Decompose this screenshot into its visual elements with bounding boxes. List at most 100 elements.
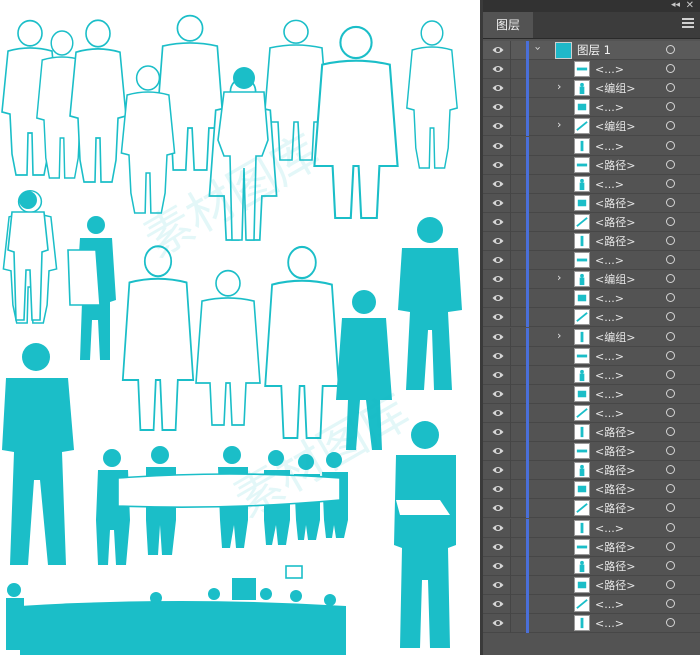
target-circle-icon[interactable]	[666, 618, 675, 627]
visibility-eye-icon[interactable]	[492, 217, 504, 227]
visibility-eye-icon[interactable]	[492, 312, 504, 322]
target-circle-icon[interactable]	[666, 484, 675, 494]
visibility-eye-icon[interactable]	[492, 160, 504, 170]
lock-column[interactable]	[510, 327, 511, 347]
visibility-eye-icon[interactable]	[492, 446, 504, 456]
lock-column[interactable]	[510, 98, 511, 118]
lock-column[interactable]	[510, 518, 511, 538]
lock-column[interactable]	[510, 155, 511, 175]
layer-name[interactable]: <...>	[595, 595, 624, 614]
visibility-eye-icon[interactable]	[492, 542, 504, 552]
panel-title-bar[interactable]: ◂◂ ✕	[483, 0, 700, 12]
layer-name[interactable]: <...>	[595, 308, 624, 327]
layer-row[interactable]: <路径>	[483, 212, 700, 232]
layer-row[interactable]: <...>	[483, 384, 700, 404]
target-circle-icon[interactable]	[666, 579, 675, 589]
layer-row[interactable]: <...>	[483, 174, 700, 194]
lock-column[interactable]	[510, 499, 511, 519]
layer-row[interactable]: <...>	[483, 136, 700, 156]
layer-name[interactable]: <路径>	[595, 480, 635, 499]
lock-column[interactable]	[510, 403, 511, 423]
visibility-eye-icon[interactable]	[492, 83, 504, 93]
layer-row[interactable]: <路径>	[483, 461, 700, 481]
layer-name[interactable]: <...>	[595, 289, 624, 308]
target-circle-icon[interactable]	[666, 427, 675, 436]
target-circle-icon[interactable]	[666, 388, 675, 398]
layer-name[interactable]: <编组>	[595, 270, 635, 289]
visibility-eye-icon[interactable]	[492, 503, 504, 513]
layer-name[interactable]: 图层 1	[577, 41, 611, 60]
visibility-eye-icon[interactable]	[492, 389, 504, 399]
visibility-eye-icon[interactable]	[492, 141, 504, 151]
layer-row[interactable]: <...>	[483, 60, 700, 80]
layer-row[interactable]: › <编组>	[483, 270, 700, 290]
lock-column[interactable]	[510, 384, 511, 404]
target-circle-icon[interactable]	[666, 293, 675, 303]
lock-column[interactable]	[510, 365, 511, 385]
lock-column[interactable]	[510, 117, 511, 137]
layer-name[interactable]: <...>	[595, 98, 624, 117]
tab-layers[interactable]: 图层	[483, 12, 533, 38]
layer-row[interactable]: <...>	[483, 346, 700, 366]
layer-row[interactable]: <...>	[483, 594, 700, 614]
layer-row[interactable]: <路径>	[483, 155, 700, 175]
layer-name[interactable]: <编组>	[595, 328, 635, 347]
layer-name[interactable]: <...>	[595, 404, 624, 423]
lock-column[interactable]	[510, 442, 511, 462]
lock-column[interactable]	[510, 270, 511, 290]
target-circle-icon[interactable]	[666, 83, 675, 93]
layer-row[interactable]: <路径>	[483, 480, 700, 500]
visibility-eye-icon[interactable]	[492, 255, 504, 265]
lock-column[interactable]	[510, 575, 511, 595]
visibility-eye-icon[interactable]	[492, 121, 504, 131]
visibility-eye-icon[interactable]	[492, 332, 504, 342]
layer-row-top[interactable]: › 图层 1	[483, 41, 700, 60]
target-circle-icon[interactable]	[666, 236, 675, 245]
target-circle-icon[interactable]	[666, 446, 675, 456]
layer-name[interactable]: <路径>	[595, 156, 635, 175]
lock-column[interactable]	[510, 212, 511, 232]
target-circle-icon[interactable]	[666, 369, 675, 379]
chevron-right-icon[interactable]: ›	[557, 271, 561, 284]
layer-row[interactable]: <...>	[483, 251, 700, 271]
lock-column[interactable]	[510, 174, 511, 194]
visibility-eye-icon[interactable]	[492, 351, 504, 361]
lock-column[interactable]	[510, 480, 511, 500]
lock-column[interactable]	[510, 232, 511, 251]
layer-row[interactable]: <...>	[483, 518, 700, 538]
target-circle-icon[interactable]	[666, 64, 675, 74]
layer-name[interactable]: <...>	[595, 60, 624, 79]
layer-name[interactable]: <路径>	[595, 423, 635, 442]
layer-name[interactable]: <...>	[595, 347, 624, 366]
target-circle-icon[interactable]	[666, 255, 675, 265]
lock-column[interactable]	[510, 193, 511, 213]
target-circle-icon[interactable]	[666, 45, 675, 54]
target-circle-icon[interactable]	[666, 274, 675, 284]
lock-column[interactable]	[510, 79, 511, 99]
target-circle-icon[interactable]	[666, 102, 675, 112]
layer-name[interactable]: <...>	[595, 385, 624, 404]
layer-row[interactable]: <路径>	[483, 232, 700, 251]
visibility-eye-icon[interactable]	[492, 618, 504, 628]
layer-row[interactable]: <...>	[483, 289, 700, 309]
lock-column[interactable]	[510, 614, 511, 633]
layer-name[interactable]: <路径>	[595, 232, 635, 251]
target-circle-icon[interactable]	[666, 541, 675, 551]
layer-row[interactable]: <路径>	[483, 556, 700, 576]
target-circle-icon[interactable]	[666, 350, 675, 360]
visibility-eye-icon[interactable]	[492, 179, 504, 189]
lock-column[interactable]	[510, 423, 511, 442]
visibility-eye-icon[interactable]	[492, 293, 504, 303]
target-circle-icon[interactable]	[666, 598, 675, 608]
target-circle-icon[interactable]	[666, 216, 675, 226]
visibility-eye-icon[interactable]	[492, 580, 504, 590]
layer-name[interactable]: <路径>	[595, 442, 635, 461]
visibility-eye-icon[interactable]	[492, 427, 504, 437]
layer-row[interactable]: <路径>	[483, 423, 700, 442]
visibility-eye-icon[interactable]	[492, 599, 504, 609]
hamburger-menu-icon[interactable]	[682, 18, 694, 31]
layer-row[interactable]: › <编组>	[483, 79, 700, 99]
target-circle-icon[interactable]	[666, 407, 675, 417]
lock-column[interactable]	[510, 60, 511, 80]
layer-row[interactable]: <路径>	[483, 442, 700, 462]
